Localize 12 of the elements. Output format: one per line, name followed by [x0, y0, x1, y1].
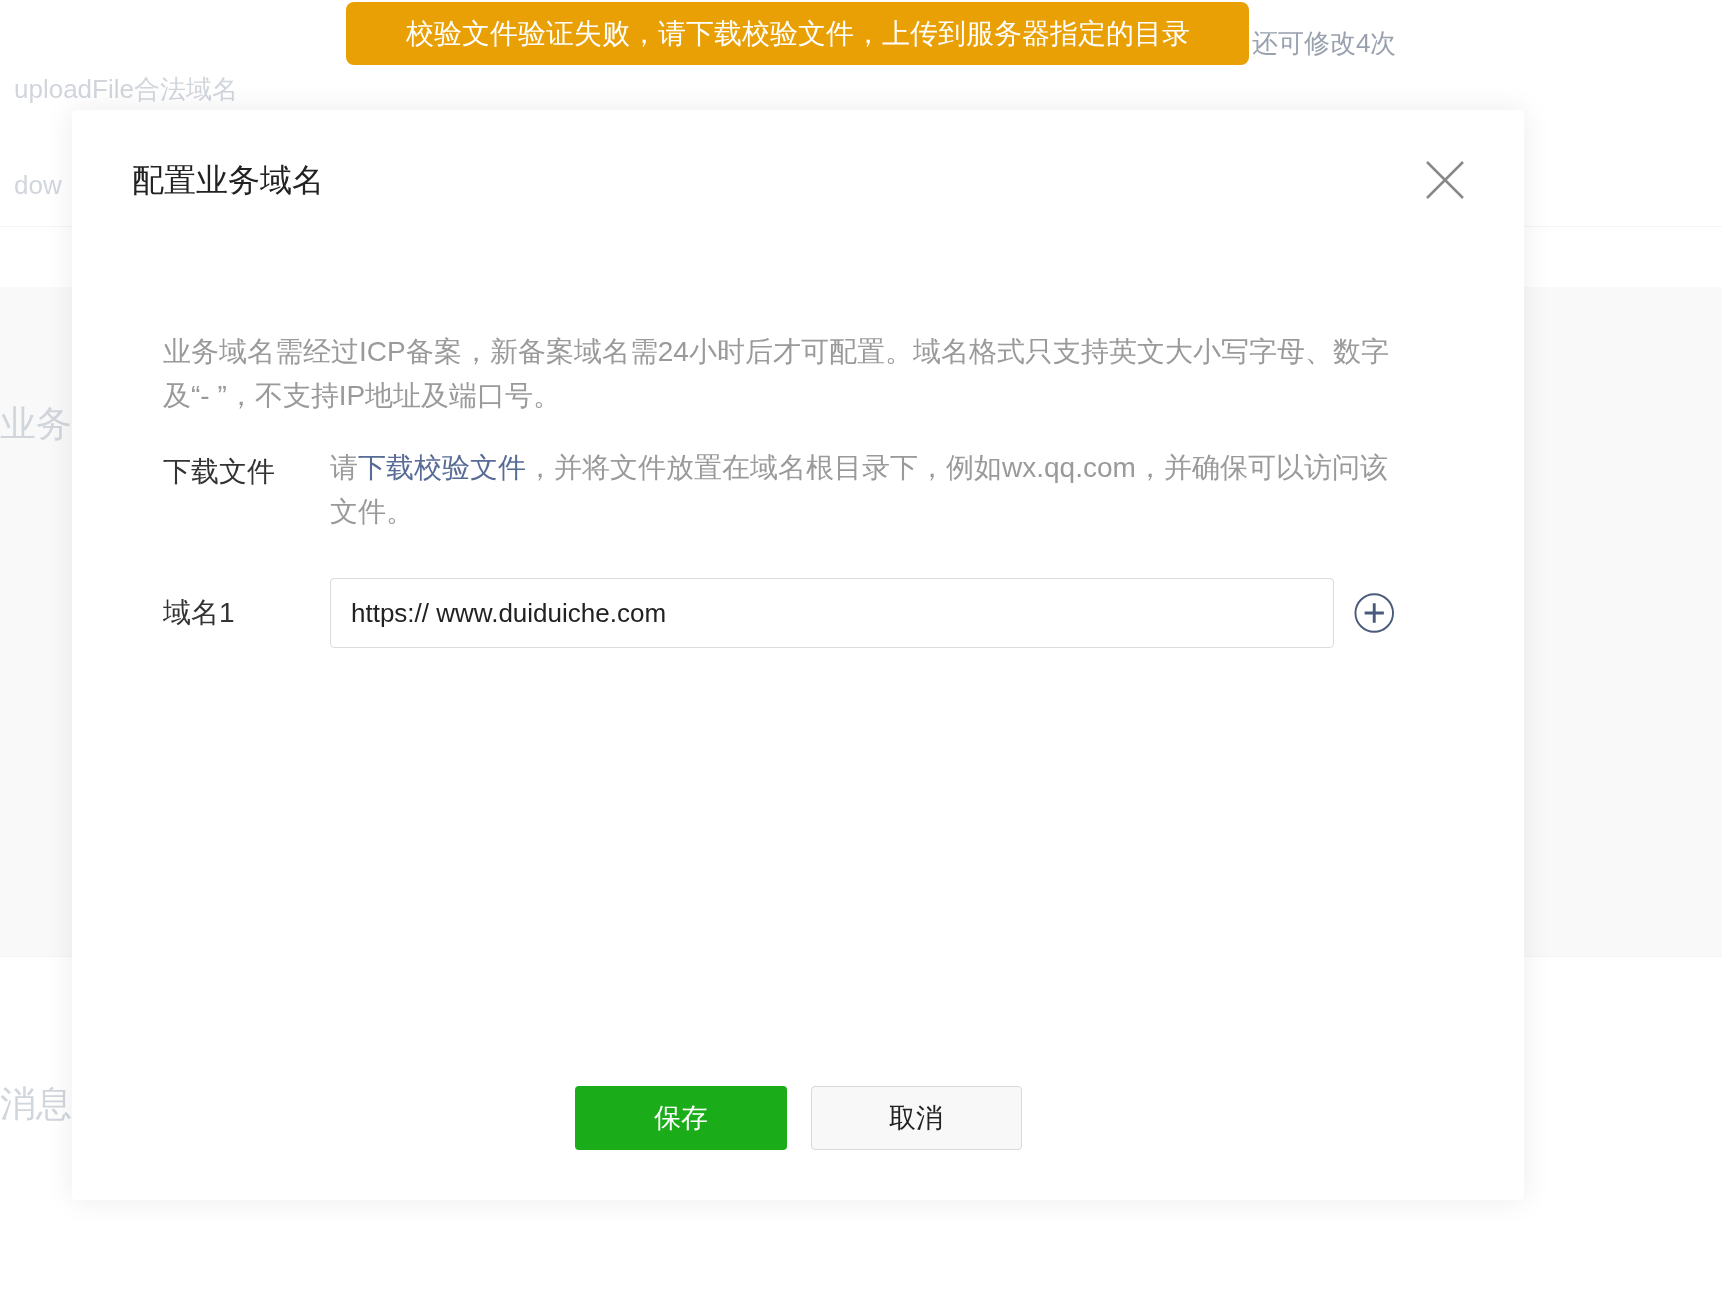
quota-note: 还可修改4次: [1252, 27, 1397, 60]
cancel-button[interactable]: 取消: [810, 1086, 1022, 1150]
dialog-title: 配置业务域名: [132, 161, 324, 200]
domain-input[interactable]: https:// www.duiduiche.com: [330, 578, 1334, 648]
download-link[interactable]: 下载校验文件: [358, 452, 526, 483]
close-icon[interactable]: [1426, 161, 1464, 199]
download-instructions: 请下载校验文件，并将文件放置在域名根目录下，例如wx.qq.com，并确保可以访问该文件。: [330, 451, 1389, 529]
field-label: 下载文件: [163, 455, 276, 489]
field-label: 域名1: [163, 596, 236, 630]
description-text: 业务域名需经过ICP备案，新备案域名需24小时后才可配置。域名格式只支持英文大小写字母、数字及“- ”，不支持IP地址及端口号。: [163, 335, 1390, 413]
error-toast: 校验文件验证失败，请下载校验文件，上传到服务器指定的目录: [346, 2, 1249, 65]
add-icon[interactable]: [1353, 592, 1394, 634]
